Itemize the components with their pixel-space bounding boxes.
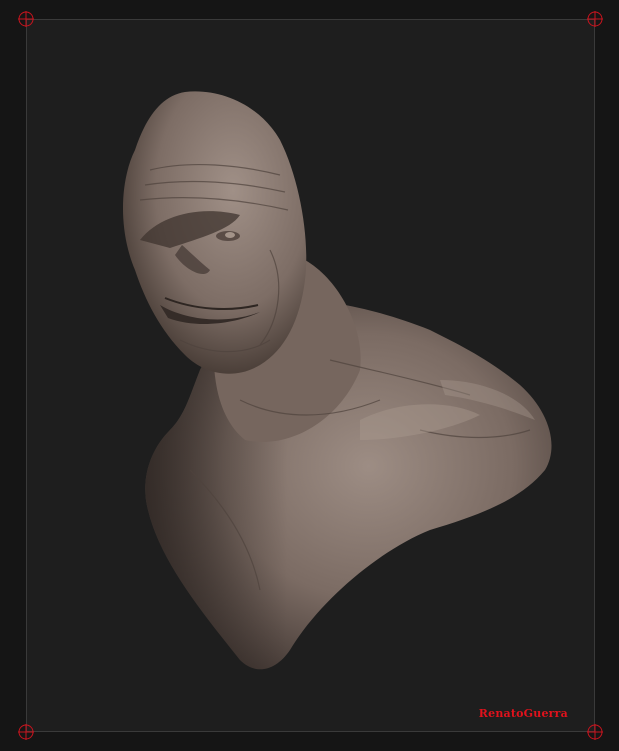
artist-signature: RenatoGuerra xyxy=(478,707,568,720)
corner-target-icon xyxy=(18,724,34,740)
corner-target-icon xyxy=(587,11,603,27)
corner-target-icon xyxy=(587,724,603,740)
sculpted-bust-icon xyxy=(122,91,552,670)
corner-target-icon xyxy=(18,11,34,27)
sculpt-viewport[interactable]: RenatoGuerra xyxy=(0,0,619,751)
